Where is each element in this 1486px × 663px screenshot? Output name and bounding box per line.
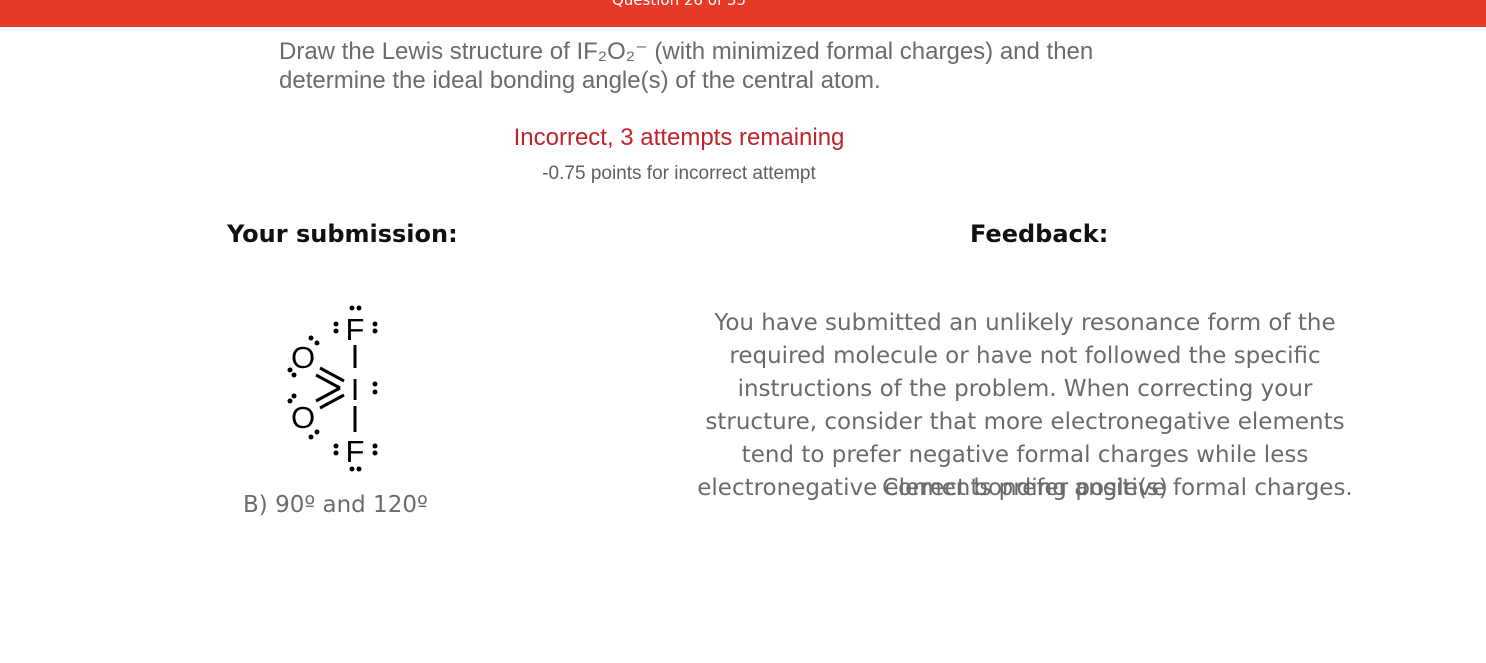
penalty-message: -0.75 points for incorrect attempt (542, 163, 816, 184)
atom-bottom-f: F (346, 434, 365, 469)
feedback-heading: Feedback: (970, 220, 1109, 248)
lone-pair-i (372, 381, 378, 395)
question-counter: Question 26 of 35 (611, 0, 747, 9)
submitted-answer: B) 90º and 120º (243, 492, 428, 518)
lewis-structure: F I F O O (280, 298, 390, 478)
top-bar: Question 26 of 35 (0, 0, 1486, 27)
submission-heading: Your submission: (227, 220, 458, 248)
lewis-structure-drawing: F I F O O (287, 305, 378, 472)
atom-upper-o: O (291, 340, 315, 375)
status-message: Incorrect, 3 attempts remaining (513, 124, 845, 151)
atom-top-f: F (346, 312, 365, 347)
bonding-angle-note: Correct bonding angle(s) (882, 475, 1168, 501)
atom-center-i: I (351, 372, 360, 407)
question-prompt: Draw the Lewis structure of IF₂O₂⁻ (with… (279, 38, 1094, 94)
atom-lower-o: O (291, 400, 315, 435)
